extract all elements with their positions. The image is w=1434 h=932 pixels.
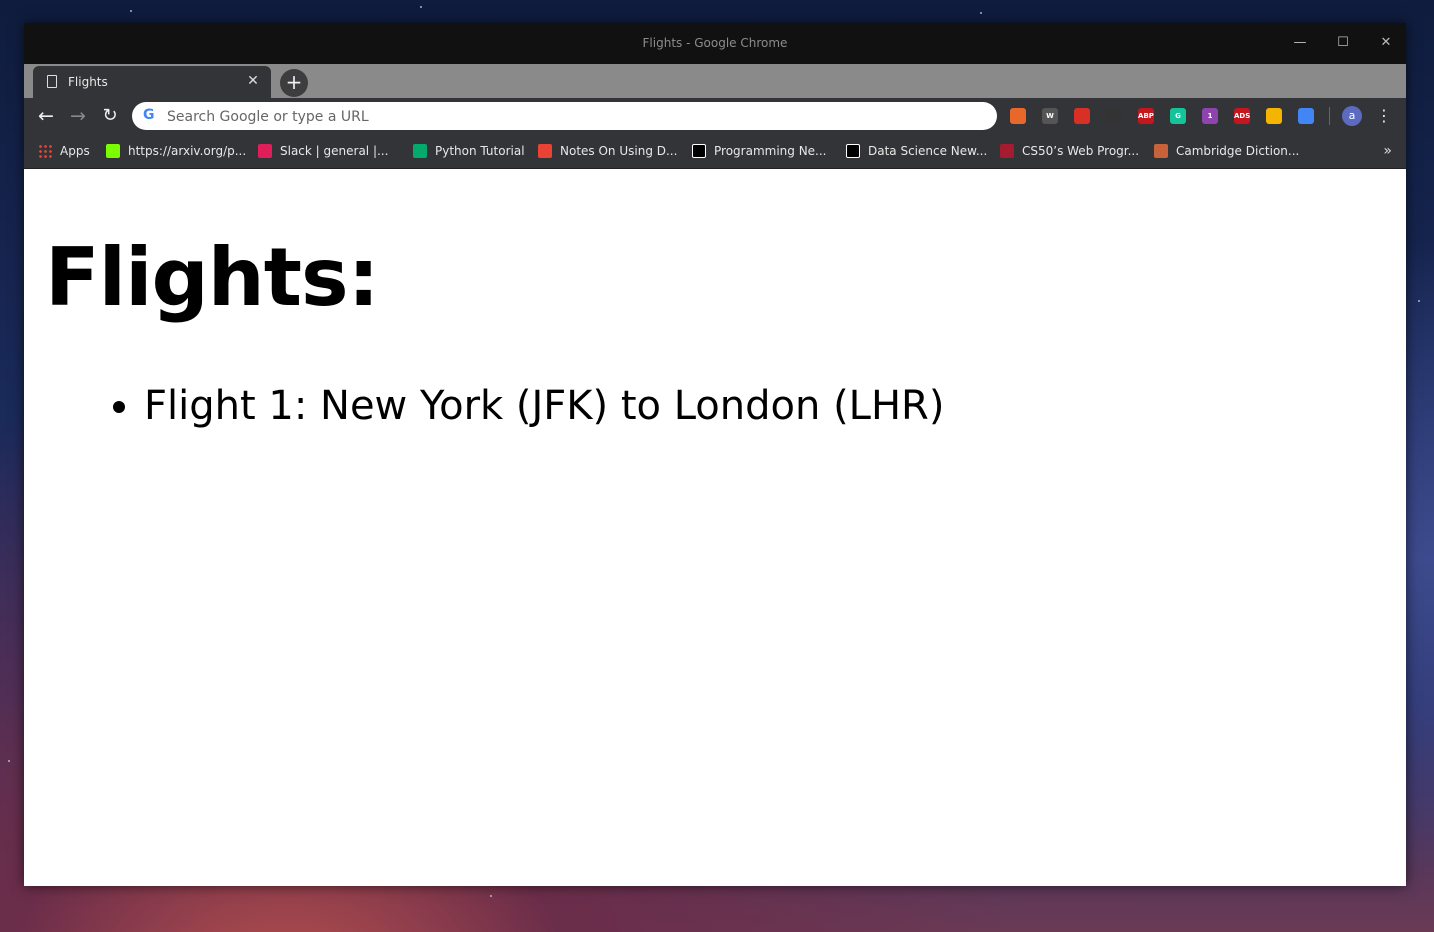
- forward-arrow-icon[interactable]: →: [66, 104, 90, 128]
- bookmark-item[interactable]: Slack | general |...: [258, 142, 388, 160]
- ads-icon[interactable]: ADS: [1234, 108, 1250, 124]
- bookmark-item[interactable]: https://arxiv.org/p...: [106, 142, 246, 160]
- flight-list: Flight 1: New York (JFK) to London (LHR): [104, 383, 944, 429]
- bookmark-label: CS50’s Web Progr...: [1022, 144, 1140, 158]
- tab-strip: Flights ✕ +: [24, 64, 1406, 98]
- bookmark-item[interactable]: Apps: [38, 142, 90, 160]
- cambridge-icon: [1154, 144, 1168, 158]
- wallpaper-star: [1418, 300, 1420, 302]
- google-g-icon: G: [143, 107, 155, 123]
- bookmark-item[interactable]: Notes On Using D...: [538, 142, 677, 160]
- stop-hand-icon[interactable]: [1074, 108, 1090, 124]
- window-icon[interactable]: [1298, 108, 1314, 124]
- bookmark-item[interactable]: Python Tutorial: [413, 142, 525, 160]
- bookmark-label: Cambridge Diction...: [1176, 144, 1300, 158]
- close-tab-icon[interactable]: ✕: [243, 71, 263, 91]
- bookmarks-bar: Apps https://arxiv.org/p... Slack | genera…: [24, 134, 1406, 169]
- w3-icon: [413, 144, 427, 158]
- bookmark-item[interactable]: Programming Ne...: [692, 142, 827, 160]
- omnibox[interactable]: G: [132, 102, 997, 130]
- tab-flights[interactable]: Flights ✕: [33, 66, 271, 98]
- toolbar: ← → ↻ G WABPG1ADS a ⋮: [24, 98, 1406, 134]
- apps-grid-icon: [38, 144, 52, 158]
- medium-icon: [692, 144, 706, 158]
- window-title: Flights - Google Chrome: [642, 36, 788, 50]
- w-icon[interactable]: W: [1042, 108, 1058, 124]
- page-heading: Flights:: [45, 231, 380, 324]
- bookmark-label: Slack | general |...: [280, 144, 389, 158]
- bar-chart-icon[interactable]: [1010, 108, 1026, 124]
- reload-icon[interactable]: ↻: [98, 104, 122, 128]
- bookmark-item[interactable]: Cambridge Diction...: [1154, 142, 1299, 160]
- close-window-button[interactable]: ✕: [1375, 32, 1397, 54]
- paw-icon[interactable]: [1106, 108, 1122, 124]
- back-arrow-icon[interactable]: ←: [34, 104, 58, 128]
- wallpaper-star: [420, 6, 422, 8]
- bookmark-label: Programming Ne...: [714, 144, 827, 158]
- list-item: Flight 1: New York (JFK) to London (LHR): [144, 383, 944, 429]
- document-icon: [47, 75, 57, 88]
- wallpaper-star: [490, 895, 492, 897]
- maximize-button[interactable]: ☐: [1332, 32, 1354, 54]
- new-tab-button[interactable]: +: [280, 69, 308, 97]
- bookmark-label: Python Tutorial: [435, 144, 525, 158]
- kebab-menu-icon[interactable]: ⋮: [1376, 105, 1392, 127]
- harvard-icon: [1000, 144, 1014, 158]
- bookmark-label: Apps: [60, 144, 90, 158]
- title-bar: Flights - Google Chrome — ☐ ✕: [24, 23, 1406, 64]
- browser-window: Flights - Google Chrome — ☐ ✕ Flights ✕ …: [24, 23, 1406, 886]
- bookmark-label: https://arxiv.org/p...: [128, 144, 247, 158]
- extension-badge-icon[interactable]: 1: [1202, 108, 1218, 124]
- toolbar-separator: [1329, 107, 1330, 125]
- page-content: Flights: Flight 1: New York (JFK) to Lon…: [24, 169, 1406, 886]
- bookmark-item[interactable]: Data Science New...: [846, 142, 987, 160]
- bookmark-label: Notes On Using D...: [560, 144, 678, 158]
- grammarly-icon[interactable]: G: [1170, 108, 1186, 124]
- red-square-icon: [538, 144, 552, 158]
- bookmark-label: Data Science New...: [868, 144, 988, 158]
- wallpaper-star: [8, 760, 10, 762]
- omnibox-input[interactable]: [165, 106, 949, 128]
- smiley-icon: [106, 144, 120, 158]
- minimize-button[interactable]: —: [1289, 32, 1311, 54]
- slack-icon: [258, 144, 272, 158]
- profile-avatar[interactable]: a: [1342, 106, 1362, 126]
- wallpaper-star: [130, 10, 132, 12]
- medium-icon: [846, 144, 860, 158]
- bookmark-item[interactable]: CS50’s Web Progr...: [1000, 142, 1139, 160]
- wallpaper-star: [980, 12, 982, 14]
- adblock-plus-icon[interactable]: ABP: [1138, 108, 1154, 124]
- tab-label: Flights: [68, 75, 108, 89]
- color-grid-icon[interactable]: [1266, 108, 1282, 124]
- chevron-double-right-icon[interactable]: »: [1383, 143, 1392, 159]
